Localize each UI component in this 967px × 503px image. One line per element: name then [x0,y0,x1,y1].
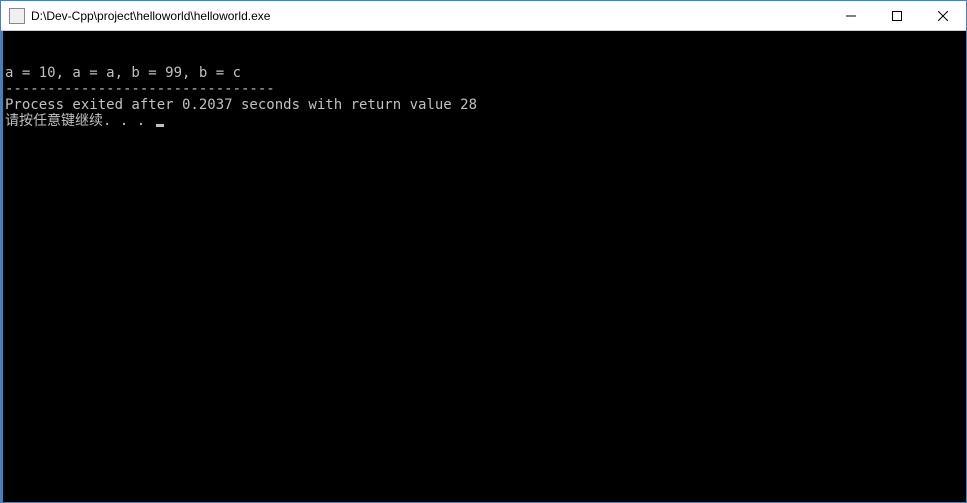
window-title: D:\Dev-Cpp\project\helloworld\helloworld… [31,9,828,23]
maximize-icon [892,11,902,21]
app-icon [9,8,25,24]
close-button[interactable] [920,1,966,30]
console-output[interactable]: a = 10, a = a, b = 99, b = c------------… [1,31,966,502]
close-icon [938,11,948,21]
minimize-button[interactable] [828,1,874,30]
minimize-icon [846,11,856,21]
console-window: D:\Dev-Cpp\project\helloworld\helloworld… [0,0,967,503]
output-prompt: 请按任意键继续. . . [5,113,154,129]
output-line: a = 10, a = a, b = 99, b = c [5,65,964,81]
window-controls [828,1,966,30]
output-separator: -------------------------------- [5,81,964,97]
maximize-button[interactable] [874,1,920,30]
output-line: Process exited after 0.2037 seconds with… [5,97,964,113]
titlebar[interactable]: D:\Dev-Cpp\project\helloworld\helloworld… [1,1,966,31]
cursor [156,124,164,127]
